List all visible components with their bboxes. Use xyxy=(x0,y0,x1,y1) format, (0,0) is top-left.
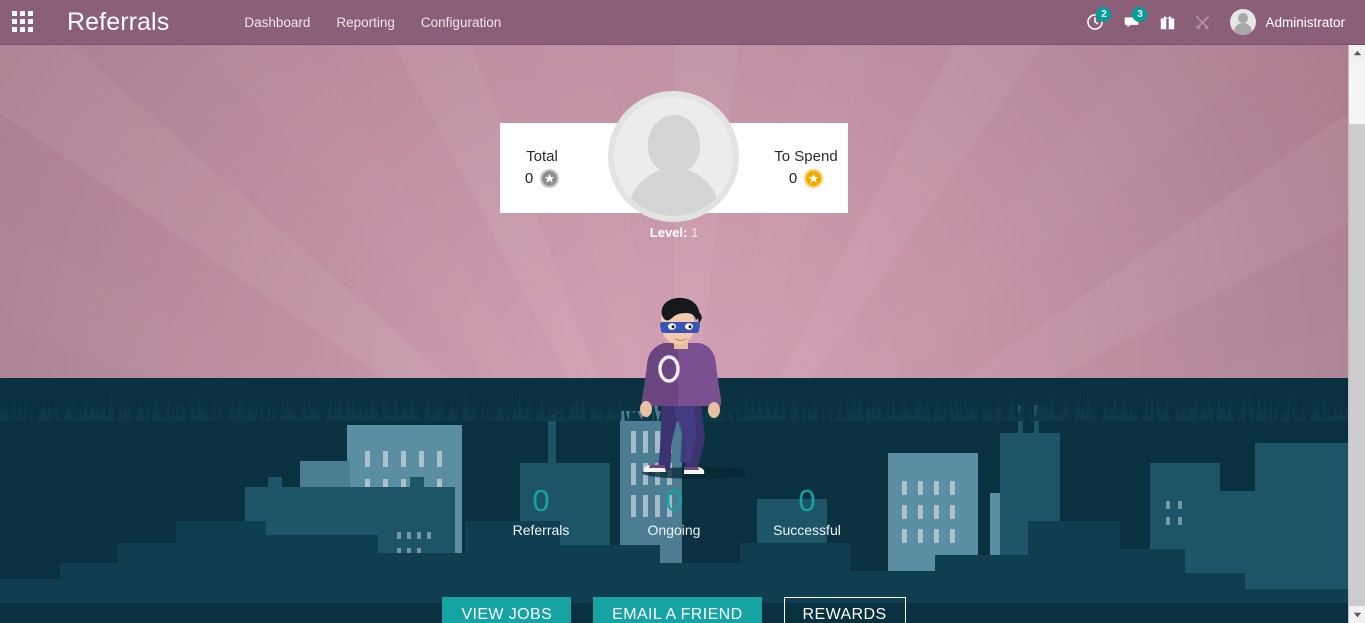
to-spend-value-row: 0 xyxy=(788,169,824,188)
counter-ongoing-label: Ongoing xyxy=(647,522,701,538)
gold-star-coin-icon xyxy=(804,169,824,188)
gift-icon xyxy=(1161,16,1175,29)
counter-successful-value: 0 xyxy=(798,483,816,518)
counter-successful-label: Successful xyxy=(773,522,841,538)
user-avatar-icon xyxy=(1230,9,1257,35)
user-name-label: Administrator xyxy=(1265,14,1345,30)
top-navbar: Referrals Dashboard Reporting Configurat… xyxy=(0,0,1365,45)
messages-button[interactable]: 3 xyxy=(1113,0,1150,45)
counter-referrals: 0 Referrals xyxy=(475,483,608,538)
grey-star-coin-icon xyxy=(540,169,560,188)
level-prefix: Level: xyxy=(649,225,688,240)
superhero-character-illustration xyxy=(640,297,745,479)
total-label: Total xyxy=(526,148,558,165)
menu-item-configuration[interactable]: Configuration xyxy=(408,0,514,45)
referral-counters: 0 Referrals 0 Ongoing 0 Successful xyxy=(0,483,1348,538)
vertical-scrollbar[interactable] xyxy=(1348,45,1365,623)
total-value-row: 0 xyxy=(524,169,560,188)
chevron-up-icon xyxy=(1353,50,1362,56)
scroll-up-button[interactable] xyxy=(1349,45,1365,62)
app-brand-title[interactable]: Referrals xyxy=(67,0,169,45)
email-a-friend-button[interactable]: EMAIL A FRIEND xyxy=(593,597,762,623)
placeholder-user-icon[interactable] xyxy=(608,91,739,222)
menu-item-dashboard[interactable]: Dashboard xyxy=(231,0,323,45)
user-menu-button[interactable]: Administrator xyxy=(1220,0,1351,45)
view-jobs-button[interactable]: VIEW JOBS xyxy=(442,597,572,623)
scrollbar-thumb[interactable] xyxy=(1349,62,1365,124)
scroll-down-button[interactable] xyxy=(1349,606,1365,623)
activities-button[interactable]: 2 xyxy=(1077,0,1113,45)
menu-item-reporting[interactable]: Reporting xyxy=(323,0,408,45)
counter-successful: 0 Successful xyxy=(741,483,874,538)
messages-badge: 3 xyxy=(1132,6,1148,22)
apps-menu-button[interactable] xyxy=(0,0,46,45)
rewards-button[interactable]: REWARDS xyxy=(783,597,906,623)
main-menu: Dashboard Reporting Configuration xyxy=(231,0,514,45)
counter-referrals-label: Referrals xyxy=(512,522,570,538)
tools-settings-button[interactable] xyxy=(1185,0,1220,45)
counter-ongoing: 0 Ongoing xyxy=(608,483,741,538)
action-buttons: VIEW JOBS EMAIL A FRIEND REWARDS xyxy=(0,597,1348,623)
activities-badge: 2 xyxy=(1096,6,1112,22)
chevron-down-icon xyxy=(1353,612,1362,618)
navbar-right-tools: 2 3 Administrator xyxy=(1077,0,1365,45)
counter-ongoing-value: 0 xyxy=(665,483,683,518)
to-spend-value: 0 xyxy=(788,170,798,187)
apps-grid-icon xyxy=(12,11,34,33)
level-value: 1 xyxy=(690,225,699,240)
total-value: 0 xyxy=(524,170,534,187)
referrals-dashboard-canvas: Total 0 To Spend 0 Level: 1 0 Referrals … xyxy=(0,45,1348,623)
level-indicator: Level: 1 xyxy=(0,225,1348,240)
rewards-gift-button[interactable] xyxy=(1150,0,1185,45)
tools-icon xyxy=(1196,15,1210,30)
counter-referrals-value: 0 xyxy=(532,483,550,518)
to-spend-label: To Spend xyxy=(774,148,838,165)
